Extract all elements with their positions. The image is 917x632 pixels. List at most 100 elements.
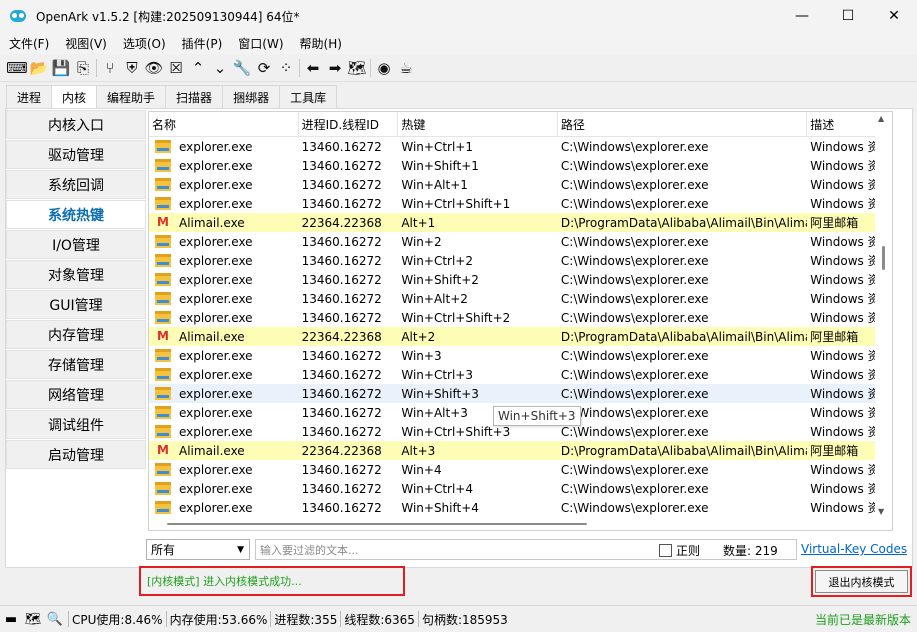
horizontal-scrollbar[interactable] (149, 518, 892, 530)
kill-icon[interactable]: ☒ (165, 57, 187, 79)
tab-scanner[interactable]: 扫描器 (165, 85, 224, 108)
search-icon[interactable]: 🔍 (44, 608, 66, 630)
update-status: 当前已是最新版本 (814, 612, 911, 627)
filter-bar: 所有 ▼ 输入要过滤的文本... 正则 数量: 219 Virtual-Key … (146, 538, 913, 562)
minimize-button[interactable]: — (779, 0, 825, 32)
table-row[interactable]: explorer.exe 13460.16272 Win+Ctrl+3 C:\Wind… (149, 365, 892, 384)
map-icon[interactable]: 🗺 (346, 57, 368, 79)
sidebar-item-gui[interactable]: GUI管理 (6, 290, 146, 319)
menu-window[interactable]: 窗口(W) (229, 35, 290, 52)
sidebar-item-callbacks[interactable]: 系统回调 (6, 170, 146, 199)
maximize-button[interactable]: ☐ (825, 0, 871, 32)
horizontal-scroll-thumb[interactable] (167, 523, 587, 525)
cell-path: C:\Windows\explorer.exe (560, 405, 709, 420)
process-name: explorer.exe (179, 481, 253, 496)
exit-kernel-mode-button[interactable]: 退出内核模式 (815, 570, 908, 593)
filter-text-input[interactable]: 输入要过滤的文本... (255, 539, 797, 560)
table-row[interactable]: explorer.exe 13460.16272 Win+Shift+3 C:\Win… (149, 384, 892, 403)
cell-pid-tid: 13460.16272 (301, 253, 382, 268)
table-row[interactable]: explorer.exe 13460.16272 Win+Ctrl+Shift+1 C… (149, 194, 892, 213)
table-row[interactable]: explorer.exe 13460.16272 Win+2 C:\Windows\e… (149, 232, 892, 251)
table-row[interactable]: explorer.exe 13460.16272 Win+Ctrl+1 C:\Wind… (149, 137, 892, 156)
menu-view[interactable]: 视图(V) (56, 35, 114, 52)
checkbox-box[interactable] (659, 544, 672, 557)
console-icon[interactable]: ▬ (0, 608, 22, 630)
cell-pid-tid: 13460.16272 (301, 424, 382, 439)
virtual-key-codes-link[interactable]: Virtual-Key Codes (801, 542, 907, 556)
column-header-hotkey[interactable]: 热键 (398, 112, 558, 137)
table-row[interactable]: explorer.exe 13460.16272 Win+Shift+2 C:\Win… (149, 270, 892, 289)
column-header-pid-tid[interactable]: 进程ID.线程ID (299, 112, 399, 137)
menu-file[interactable]: 文件(F) (0, 35, 56, 52)
hotkey-table[interactable]: 名称 进程ID.线程ID 热键 路径 描述 explorer.exe 13460.… (148, 111, 893, 531)
scroll-up-icon[interactable]: ▲ (878, 114, 884, 123)
table-row[interactable]: explorer.exe 13460.16272 Win+Ctrl+Shift+2 C… (149, 308, 892, 327)
sidebar-item-debug[interactable]: 调试组件 (6, 410, 146, 439)
github-icon[interactable]: ◉ (373, 57, 395, 79)
tab-process[interactable]: 进程 (6, 85, 53, 108)
scroll-down-icon[interactable]: ▼ (878, 507, 884, 516)
sidebar-item-drivers[interactable]: 驱动管理 (6, 140, 146, 169)
cell-name: M Alimail.exe (149, 330, 299, 344)
shield-icon[interactable]: ⛨ (121, 57, 143, 79)
table-row[interactable]: explorer.exe 13460.16272 Win+4 C:\Windows\e… (149, 460, 892, 479)
sidebar-item-startup[interactable]: 启动管理 (6, 440, 146, 469)
export-icon[interactable]: ⎘ (72, 57, 94, 79)
tab-kernel[interactable]: 内核 (51, 85, 98, 109)
regex-checkbox[interactable]: 正则 (659, 542, 700, 559)
sidebar-item-objects[interactable]: 对象管理 (6, 260, 146, 289)
cell-name: explorer.exe (149, 463, 299, 477)
table-row[interactable]: explorer.exe 13460.16272 Win+3 C:\Windows\e… (149, 346, 892, 365)
tab-coder[interactable]: 编程助手 (96, 85, 167, 108)
table-row[interactable]: explorer.exe 13460.16272 Win+Alt+1 C:\Windo… (149, 175, 892, 194)
tab-bundler[interactable]: 捆绑器 (222, 85, 281, 108)
sidebar-item-io[interactable]: I/O管理 (6, 230, 146, 259)
save-icon[interactable]: 💾 (50, 57, 72, 79)
table-row[interactable]: explorer.exe 13460.16272 Win+Ctrl+4 C:\Wind… (149, 479, 892, 498)
close-button[interactable]: ✕ (871, 0, 917, 32)
vertical-scroll-thumb[interactable] (882, 246, 885, 270)
menu-plugins[interactable]: 插件(P) (173, 35, 230, 52)
column-header-path[interactable]: 路径 (558, 112, 808, 137)
menu-help[interactable]: 帮助(H) (291, 35, 349, 52)
process-count: 进程数:355 (274, 612, 338, 627)
refresh-icon[interactable]: ⟳ (253, 57, 275, 79)
eye-icon[interactable]: 👁 (143, 57, 165, 79)
map-icon[interactable]: 🗺 (22, 608, 44, 630)
cell-path: C:\Windows\explorer.exe (560, 386, 709, 401)
table-row[interactable]: M Alimail.exe 22364.22368 Alt+2 D:\ProgramDa… (149, 327, 892, 346)
wrench-icon[interactable]: 🔧 (231, 57, 253, 79)
table-row[interactable]: explorer.exe 13460.16272 Win+Shift+4 C:\Win… (149, 498, 892, 517)
table-row[interactable]: explorer.exe 13460.16272 Win+Alt+2 C:\Windo… (149, 289, 892, 308)
column-header-name[interactable]: 名称 (149, 112, 299, 137)
sidebar-item-memory[interactable]: 内存管理 (6, 320, 146, 349)
table-row[interactable]: M Alimail.exe 22364.22368 Alt+3 D:\ProgramDa… (149, 441, 892, 460)
process-name: explorer.exe (179, 367, 253, 382)
vertical-scrollbar[interactable]: ▲ ▼ (875, 112, 892, 530)
cell-path: D:\ProgramData\Alibaba\Alimail\Bin\Alima… (560, 329, 807, 344)
back-arrow-icon[interactable]: ⬅ (302, 57, 324, 79)
tab-utilities[interactable]: 工具库 (279, 85, 338, 108)
status-log: [内核模式] 进入内核模式成功... (139, 566, 405, 596)
sidebar-item-hotkeys[interactable]: 系统热键 (6, 200, 146, 229)
filter-type-select[interactable]: 所有 ▼ (146, 539, 250, 560)
sidebar-item-storage[interactable]: 存储管理 (6, 350, 146, 379)
table-row[interactable]: M Alimail.exe 22364.22368 Alt+1 D:\ProgramDa… (149, 213, 892, 232)
open-folder-icon[interactable]: 📂 (28, 57, 50, 79)
up-arrow-icon[interactable]: ⌃ (187, 57, 209, 79)
cell-hotkey: Win+Ctrl+3 (401, 367, 473, 382)
sidebar-item-kernel-entry[interactable]: 内核入口 (6, 110, 146, 139)
grid-icon[interactable]: ⁘ (275, 57, 297, 79)
forward-arrow-icon[interactable]: ➡ (324, 57, 346, 79)
down-arrow-icon[interactable]: ⌄ (209, 57, 231, 79)
table-row[interactable]: explorer.exe 13460.16272 Win+Shift+1 C:\Win… (149, 156, 892, 175)
alimail-icon: M (157, 443, 169, 457)
process-tree-icon[interactable]: ⑂ (99, 57, 121, 79)
explorer-folder-icon (155, 159, 171, 172)
sidebar-item-network[interactable]: 网络管理 (6, 380, 146, 409)
coffee-icon[interactable]: ☕ (395, 57, 417, 79)
console-icon[interactable]: ⌨ (6, 57, 28, 79)
menu-options[interactable]: 选项(O) (114, 35, 173, 52)
cell-pid-tid: 13460.16272 (301, 177, 382, 192)
table-row[interactable]: explorer.exe 13460.16272 Win+Ctrl+2 C:\Wind… (149, 251, 892, 270)
